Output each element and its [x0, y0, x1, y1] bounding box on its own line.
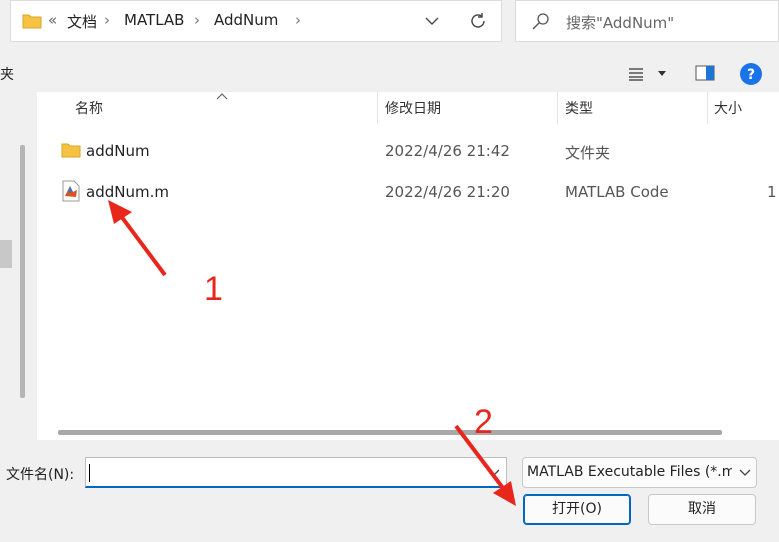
annotation-label-1: 1 [204, 270, 223, 308]
preview-pane-icon[interactable] [695, 65, 715, 81]
chevron-down-icon[interactable] [657, 70, 667, 78]
file-name: addNum.m [86, 183, 169, 201]
column-header-name[interactable]: 名称 [75, 92, 103, 124]
matlab-file-icon [62, 180, 80, 202]
address-bar[interactable]: « 文档 › MATLAB › AddNum › [10, 0, 502, 42]
view-options-icon[interactable] [628, 67, 644, 81]
folder-icon [61, 143, 81, 158]
file-date: 2022/4/26 21:42 [385, 142, 510, 160]
file-size: 1 [767, 183, 777, 201]
file-list[interactable]: 名称 修改日期 类型 大小 addNum 2022/4/26 21:42 文件夹… [37, 92, 779, 440]
search-icon [532, 13, 549, 30]
file-name: addNum [86, 142, 150, 160]
filename-label: 文件名(N): [6, 467, 75, 483]
open-button[interactable]: 打开(O) [523, 494, 631, 525]
filetype-dropdown[interactable]: MATLAB Executable Files (*.m [522, 457, 757, 488]
column-header-size[interactable]: 大小 [714, 92, 742, 124]
chevron-down-icon[interactable] [488, 468, 500, 478]
file-row[interactable]: addNum.m 2022/4/26 21:20 MATLAB Code 1 [52, 176, 779, 208]
file-row[interactable]: addNum 2022/4/26 21:42 文件夹 [52, 135, 779, 167]
cancel-button[interactable]: 取消 [648, 494, 756, 525]
chevron-right-icon: › [104, 11, 110, 29]
nav-pane-scroll-thumb[interactable] [0, 240, 12, 268]
chevron-right-icon: › [295, 11, 301, 29]
search-placeholder: 搜索"AddNum" [566, 14, 675, 32]
file-type: MATLAB Code [565, 183, 669, 201]
column-header-date[interactable]: 修改日期 [385, 92, 441, 124]
chevron-down-icon [739, 469, 751, 476]
text-caret [89, 464, 90, 482]
file-date: 2022/4/26 21:20 [385, 183, 510, 201]
breadcrumb-item-documents[interactable]: 文档 [67, 11, 97, 32]
toolbar-fragment-label: 夹 [0, 67, 14, 83]
chevron-right-icon: › [194, 11, 200, 29]
navigation-pane[interactable] [0, 92, 14, 440]
search-box[interactable]: 搜索"AddNum" [515, 0, 779, 42]
svg-text:?: ? [747, 67, 755, 83]
breadcrumb-item-addnum[interactable]: AddNum [214, 11, 278, 29]
refresh-icon[interactable] [469, 12, 487, 30]
help-icon[interactable]: ? [739, 62, 763, 86]
horizontal-scrollbar-thumb[interactable] [58, 430, 722, 435]
filetype-value: MATLAB Executable Files (*.m [527, 464, 732, 480]
chevron-down-icon[interactable] [425, 15, 439, 27]
sort-ascending-icon [216, 93, 228, 100]
breadcrumb-overflow[interactable]: « [48, 11, 57, 29]
column-header-type[interactable]: 类型 [565, 92, 593, 124]
file-type: 文件夹 [565, 144, 611, 162]
vertical-scrollbar-thumb[interactable] [20, 145, 25, 398]
annotation-label-2: 2 [474, 403, 493, 441]
filename-input[interactable] [85, 457, 507, 488]
breadcrumb-item-matlab[interactable]: MATLAB [124, 11, 184, 29]
command-bar: 夹 ? [0, 54, 779, 92]
folder-icon [22, 14, 42, 29]
